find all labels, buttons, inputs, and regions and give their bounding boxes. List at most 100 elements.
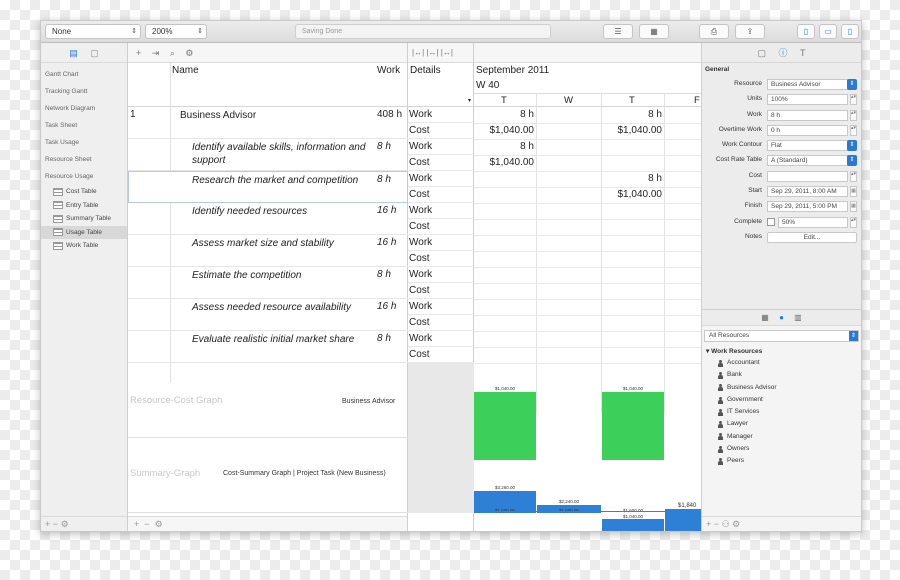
work-contour-field[interactable]: Flat	[767, 140, 848, 152]
resources-filter-select[interactable]: All Resources ⇕	[704, 330, 859, 342]
chevron-updown-icon[interactable]: ⇕	[847, 79, 857, 90]
resource-field[interactable]: Business Advisor	[767, 79, 848, 90]
columns-tab-icon[interactable]: ▥	[794, 313, 802, 322]
finish-field[interactable]: Sep 29, 2011, 5:00 PM	[767, 201, 848, 213]
remove-icon[interactable]: −	[53, 519, 58, 529]
list-view-button[interactable]: ☰	[603, 24, 633, 39]
dropdown-arrow-icon[interactable]: ▾	[468, 97, 471, 104]
resource-item[interactable]: Accountant	[702, 357, 861, 369]
stepper-icon[interactable]: ▴▾	[850, 124, 857, 136]
table-row[interactable]: Identify available skills, information a…	[128, 139, 408, 171]
zoom-in-icon[interactable]: |↔|	[426, 48, 438, 57]
add-icon[interactable]: +	[134, 519, 139, 529]
sidebar-item-tracking-gantt[interactable]: Tracking Gantt	[41, 83, 127, 100]
usage-cell[interactable]: $1,040.00	[474, 155, 535, 171]
usage-cell[interactable]: 8 h	[474, 107, 534, 123]
zoom-select[interactable]: 200% ⇕	[145, 24, 207, 39]
sidebar-item-resource-sheet[interactable]: Resource Sheet	[41, 151, 127, 168]
tree-group-header[interactable]: ▾ Work Resources	[702, 346, 861, 357]
add-icon[interactable]: +	[706, 519, 711, 529]
resource-item[interactable]: Bank	[702, 369, 861, 381]
column-header-name[interactable]: Name	[172, 65, 199, 76]
complete-checkbox[interactable]	[767, 217, 775, 226]
info-tab-icon[interactable]: ⓘ	[779, 48, 788, 58]
units-field[interactable]: 100%	[767, 94, 848, 106]
gear-icon[interactable]: ⚙	[61, 519, 69, 529]
search-icon[interactable]: ⌕	[170, 48, 175, 58]
resource-item[interactable]: Manager	[702, 431, 861, 443]
baseline-select[interactable]: None ⇕	[45, 24, 141, 39]
calendar-icon[interactable]: ▦	[850, 201, 857, 213]
usage-cell[interactable]: $1,040.00	[602, 187, 663, 203]
table-row[interactable]: Evaluate realistic initial market share …	[128, 331, 408, 363]
sidebar-item-task-usage[interactable]: Task Usage	[41, 134, 127, 151]
print-button[interactable]: ⎙	[699, 24, 729, 39]
indent-icon[interactable]: ⇥	[152, 48, 160, 58]
column-header-work[interactable]: Work	[377, 65, 400, 76]
toggle-inspector-button[interactable]: ▯	[841, 24, 859, 39]
table-row[interactable]: Assess market size and stability 16 h	[128, 235, 408, 267]
resource-item[interactable]: Peers	[702, 455, 861, 467]
sidebar-item-resource-usage[interactable]: Resource Usage	[41, 168, 127, 185]
start-field[interactable]: Sep 29, 2011, 8:00 AM	[767, 186, 848, 198]
share-button[interactable]: ⇪	[735, 24, 765, 39]
people-icon[interactable]: ⚇	[722, 519, 730, 529]
comments-tab-icon[interactable]: ▢	[90, 48, 99, 58]
cost-rate-table-field[interactable]: A (Standard)	[767, 155, 848, 167]
calendar-button[interactable]: ▦	[639, 24, 669, 39]
zoom-out-icon[interactable]: |↔|	[441, 48, 453, 57]
usage-cell[interactable]: 8 h	[602, 171, 662, 187]
sidebar-subitem-summary-table[interactable]: Summary Table	[41, 212, 127, 226]
resource-item[interactable]: Lawyer	[702, 418, 861, 430]
views-tab-icon[interactable]: ▤	[69, 48, 78, 58]
resource-item[interactable]: IT Services	[702, 406, 861, 418]
resource-item[interactable]: Business Advisor	[702, 382, 861, 394]
sidebar-subitem-usage-table[interactable]: Usage Table	[41, 225, 127, 239]
style-tab-icon[interactable]: T	[800, 48, 806, 58]
chevron-updown-icon[interactable]: ⇕	[847, 155, 857, 167]
stepper-icon[interactable]: ▴▾	[850, 170, 857, 182]
sidebar-subitem-work-table[interactable]: Work Table	[41, 239, 127, 253]
chevron-updown-icon[interactable]: ⇕	[847, 140, 857, 152]
usage-cell[interactable]: 8 h	[602, 107, 662, 123]
gear-icon[interactable]: ⚙	[185, 48, 193, 58]
usage-cell[interactable]: $1,040.00	[474, 123, 535, 139]
remove-icon[interactable]: −	[144, 519, 149, 529]
overtime-work-field[interactable]: 0 h	[767, 124, 848, 136]
sidebar-subitem-entry-table[interactable]: Entry Table	[41, 199, 127, 213]
complete-field[interactable]: 50%	[778, 216, 848, 228]
add-icon[interactable]: +	[45, 519, 50, 529]
document-tab-icon[interactable]: ▢	[757, 48, 766, 58]
resource-item[interactable]: Government	[702, 394, 861, 406]
resource-item[interactable]: Owners	[702, 443, 861, 455]
toggle-bottom-button[interactable]: ▭	[819, 24, 837, 39]
stepper-icon[interactable]: ▴▾	[850, 94, 857, 106]
stepper-icon[interactable]: ▴▾	[850, 109, 857, 121]
table-row[interactable]: Identify needed resources 16 h	[128, 203, 408, 235]
table-row[interactable]: 1 Business Advisor 408 h	[128, 107, 408, 139]
sidebar-subitem-cost-table[interactable]: Cost Table	[41, 185, 127, 199]
toggle-sidebar-button[interactable]: ▯	[797, 24, 815, 39]
grid-tab-icon[interactable]: ▦	[761, 313, 769, 322]
gear-icon[interactable]: ⚙	[732, 519, 740, 529]
person-tab-icon[interactable]: ●	[779, 313, 784, 322]
disclosure-down-icon[interactable]: ▾	[706, 348, 709, 355]
column-header-details[interactable]: Details	[410, 65, 441, 76]
add-icon[interactable]: +	[136, 48, 141, 58]
table-row[interactable]: Estimate the competition 8 h	[128, 267, 408, 299]
sidebar-item-gantt-chart[interactable]: Gantt Chart	[41, 66, 127, 83]
notes-edit-button[interactable]: Edit...	[767, 231, 857, 243]
usage-cell[interactable]: 8 h	[474, 139, 534, 155]
gear-icon[interactable]: ⚙	[155, 519, 163, 529]
table-row-selected[interactable]: Research the market and competition 8 h	[128, 171, 408, 203]
calendar-icon[interactable]: ▦	[850, 186, 857, 198]
cost-field[interactable]	[767, 170, 848, 182]
zoom-fit-icon[interactable]: |↔|	[412, 48, 424, 57]
work-field[interactable]: 8 h	[767, 109, 848, 121]
sidebar-item-network-diagram[interactable]: Network Diagram	[41, 100, 127, 117]
stepper-icon[interactable]: ▴▾	[850, 216, 857, 228]
usage-cell[interactable]: $1,040.00	[602, 123, 663, 139]
sidebar-item-task-sheet[interactable]: Task Sheet	[41, 117, 127, 134]
remove-icon[interactable]: −	[714, 519, 719, 529]
table-row[interactable]: Assess needed resource availability 16 h	[128, 299, 408, 331]
